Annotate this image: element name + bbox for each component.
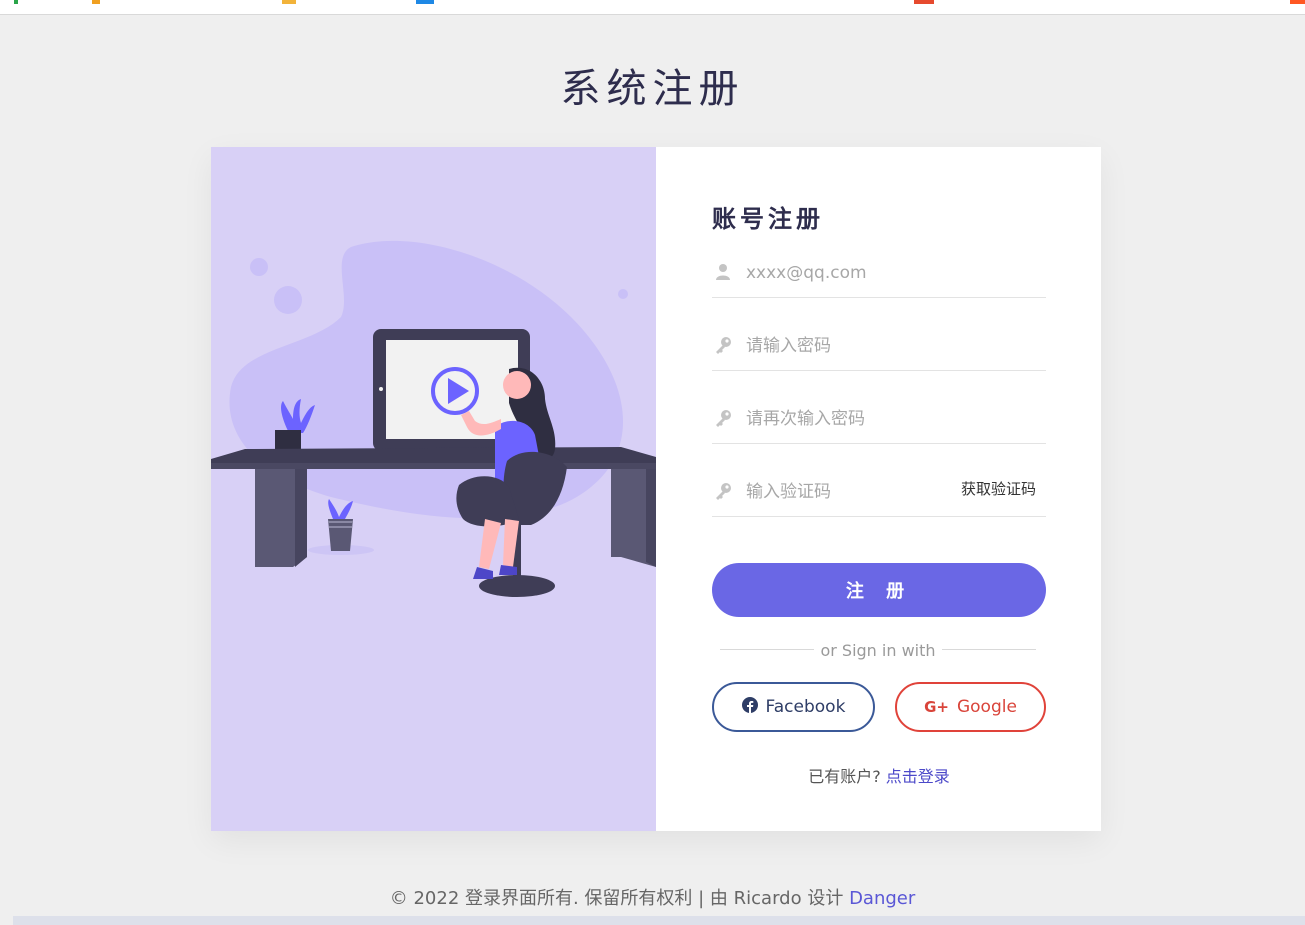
bookmark-fragment <box>282 0 296 4</box>
footer-designer-link[interactable]: Danger <box>849 888 915 909</box>
page-title: 系统注册 <box>560 66 745 112</box>
divider-line <box>942 649 1036 650</box>
password-field <box>712 326 1046 371</box>
divider-text: or Sign in with <box>820 641 936 660</box>
user-icon <box>714 263 732 281</box>
facebook-icon <box>741 696 758 718</box>
bookmark-fragment <box>14 0 18 4</box>
woman-at-desk-illustration <box>211 240 656 597</box>
verification-code-field: 获取验证码 <box>712 472 1046 517</box>
sign-in-divider: or Sign in with <box>720 639 1036 663</box>
get-code-button[interactable]: 获取验证码 <box>961 478 1036 499</box>
illustration-panel <box>211 147 656 831</box>
register-card: 账号注册 xxxx@qq.com 输入验证码 获取验证码 注 册 or Sign… <box>211 147 1101 831</box>
footer: © 2022 登录界面所有. 保留所有权利 | 由 Ricardo 设计 Dan… <box>0 884 1305 910</box>
bookmark-fragment <box>416 0 434 4</box>
email-input[interactable] <box>746 253 946 293</box>
bottom-scrollbar-area <box>13 916 1305 925</box>
key-icon <box>714 409 732 427</box>
email-field <box>712 253 1046 298</box>
register-form-panel: 账号注册 xxxx@qq.com 输入验证码 获取验证码 注 册 or Sign… <box>656 147 1101 831</box>
existing-account-line: 已有账户? 点击登录 <box>712 763 1046 787</box>
footer-text: © 2022 登录界面所有. 保留所有权利 | 由 Ricardo 设计 <box>389 888 850 909</box>
key-icon <box>714 336 732 354</box>
confirm-password-input[interactable] <box>746 399 946 439</box>
facebook-login-button[interactable]: Facebook <box>712 682 875 732</box>
verification-code-input[interactable] <box>746 472 946 512</box>
key-icon <box>714 482 732 500</box>
has-account-text: 已有账户? <box>808 767 886 786</box>
login-link[interactable]: 点击登录 <box>886 767 950 786</box>
bookmark-fragment <box>92 0 100 4</box>
google-label: Google <box>956 697 1017 717</box>
google-plus-icon: G+ <box>924 698 949 716</box>
bookmark-fragment <box>914 0 934 4</box>
form-heading: 账号注册 <box>712 205 824 233</box>
browser-bookmark-bar <box>0 0 1305 15</box>
password-input[interactable] <box>746 326 946 366</box>
facebook-label: Facebook <box>765 697 846 717</box>
bookmark-fragment <box>1290 0 1305 4</box>
google-login-button[interactable]: G+ Google <box>895 682 1046 732</box>
register-button[interactable]: 注 册 <box>712 563 1046 617</box>
confirm-password-field <box>712 399 1046 444</box>
